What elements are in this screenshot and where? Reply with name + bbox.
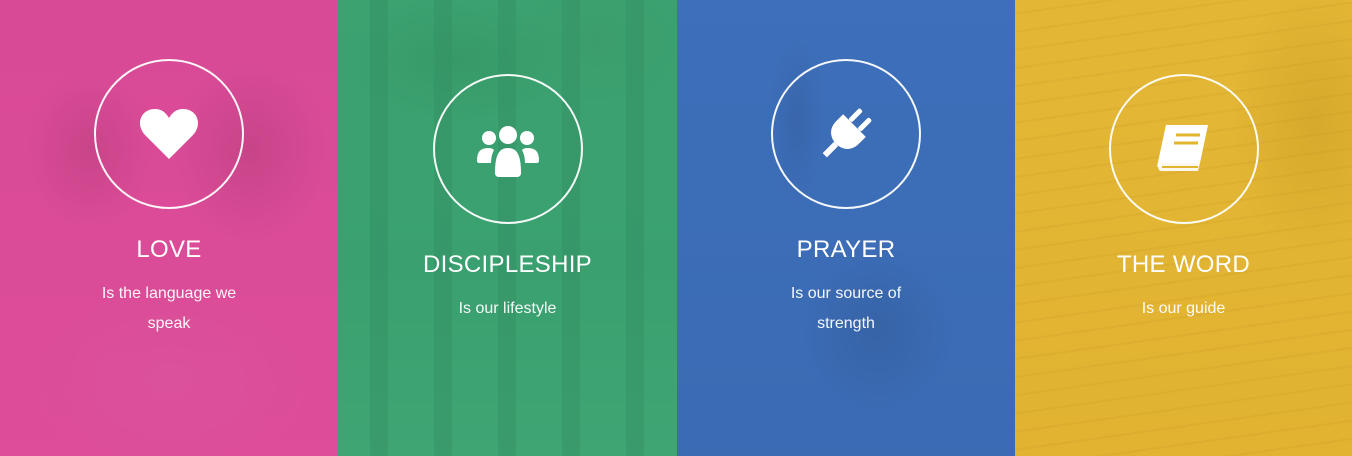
- feature-title: DISCIPLESHIP: [423, 251, 592, 278]
- feature-description: Is our guide: [1141, 300, 1226, 317]
- users-icon: [476, 126, 539, 177]
- feature-panel-the-word: THE WORD Is our guide: [1015, 0, 1352, 456]
- book-icon: [1156, 124, 1208, 171]
- features-row: LOVE Is the language we speak DISCIPLESH…: [0, 0, 1352, 456]
- feature-panel-love: LOVE Is the language we speak: [0, 0, 338, 456]
- feature-panel-prayer: PRAYER Is our source of strength: [677, 0, 1015, 456]
- icon-circle: [432, 74, 583, 224]
- heart-icon: [140, 109, 198, 159]
- feature-title: LOVE: [136, 236, 202, 263]
- icon-circle: [1108, 74, 1259, 224]
- icon-circle: [94, 59, 244, 209]
- icon-circle: [771, 59, 921, 209]
- feature-description: Is the language we speak: [101, 285, 237, 332]
- feature-title: THE WORD: [1116, 251, 1251, 278]
- feature-description: Is our source of strength: [790, 285, 902, 332]
- feature-title: PRAYER: [796, 236, 896, 263]
- feature-panel-discipleship: DISCIPLESHIP Is our lifestyle: [338, 0, 677, 456]
- plug-icon: [822, 108, 872, 158]
- feature-description: Is our lifestyle: [458, 300, 557, 317]
